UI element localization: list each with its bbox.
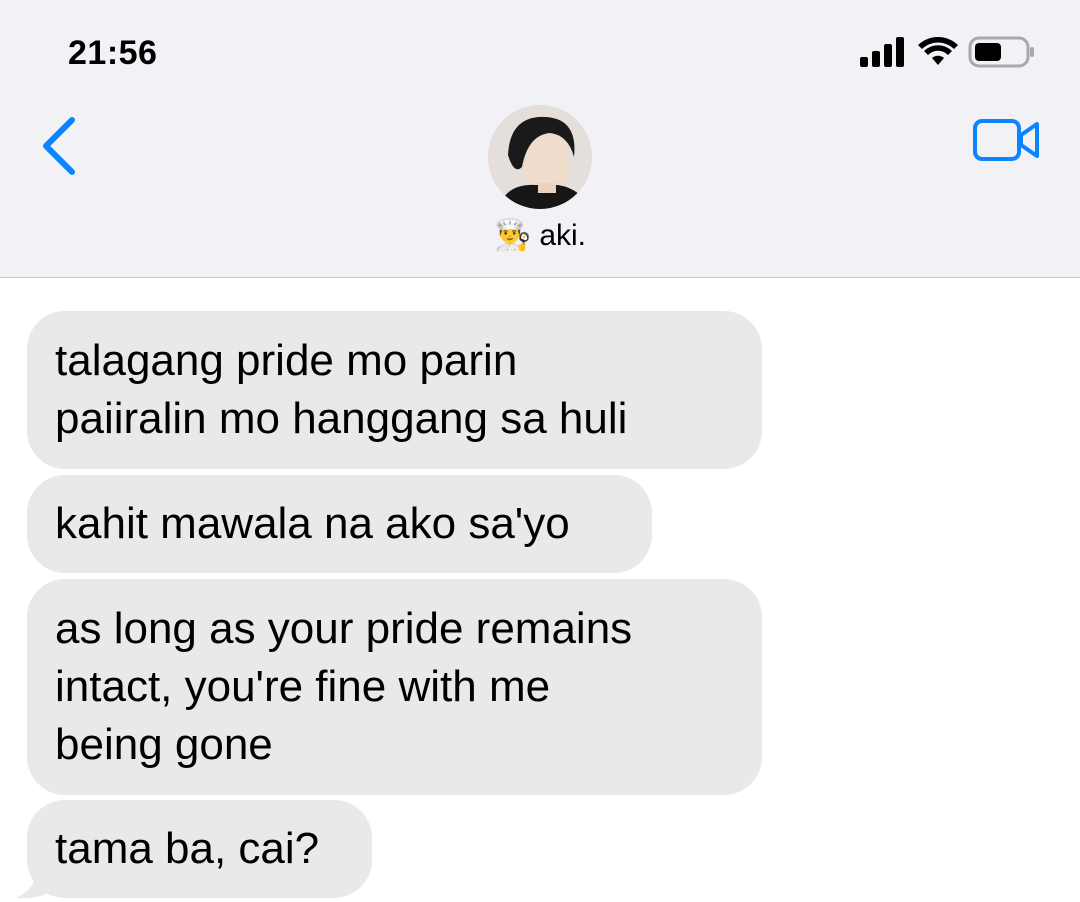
facetime-video-button[interactable] (972, 118, 1042, 164)
message-bubble[interactable]: tama ba, cai? (27, 800, 372, 898)
avatar-image (488, 105, 592, 209)
message-bubble[interactable]: as long as your pride remains intact, yo… (27, 579, 762, 795)
message-line: tama ba, cai? (55, 824, 320, 873)
message-line: kahit mawala na ako sa'yo (55, 499, 570, 548)
chevron-left-icon (43, 117, 75, 175)
conversation-header: 21:56 👨‍ (0, 0, 1080, 278)
contact-avatar[interactable] (488, 105, 592, 209)
message-line: talagang pride mo parin (55, 336, 518, 385)
wifi-icon (918, 37, 958, 65)
message-bubble[interactable]: kahit mawala na ako sa'yo (27, 475, 652, 573)
message-line: paiiralin mo hanggang sa huli (55, 394, 628, 443)
video-camera-icon (973, 119, 1039, 161)
message-line: being gone (55, 720, 273, 769)
contact-name-row[interactable]: 👨‍🍳 aki. (0, 219, 1080, 253)
status-icons (860, 36, 1036, 68)
message-line: intact, you're fine with me (55, 662, 551, 711)
battery-icon (968, 36, 1034, 68)
contact-name: aki. (539, 219, 587, 252)
signal-icon (860, 37, 904, 67)
chef-emoji-icon: 👨‍🍳 (493, 219, 532, 252)
status-time: 21:56 (68, 34, 158, 72)
message-line: as long as your pride remains (55, 604, 633, 653)
back-button[interactable] (36, 114, 84, 178)
message-bubble[interactable]: talagang pride mo parin paiiralin mo han… (27, 311, 762, 469)
